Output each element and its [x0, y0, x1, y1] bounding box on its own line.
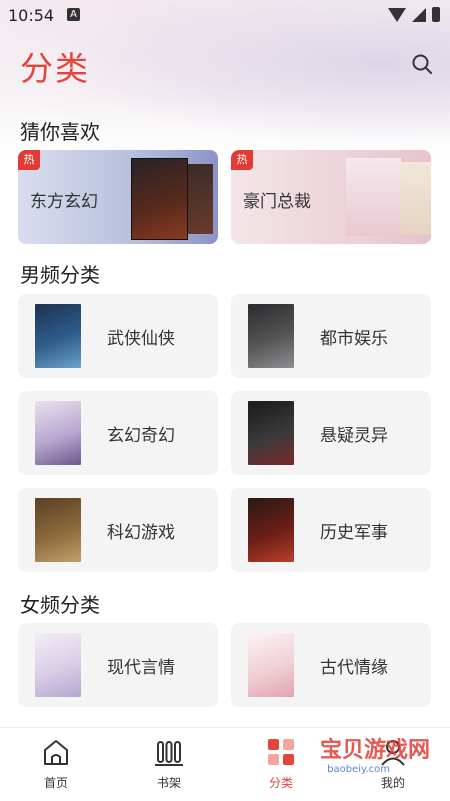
status-icons [388, 7, 440, 22]
section-title-guess: 猜你喜欢 [20, 120, 100, 144]
book-cover [35, 498, 81, 562]
section-title-male: 男频分类 [20, 263, 100, 287]
book-cover [35, 304, 81, 368]
category-label: 玄幻奇幻 [107, 426, 175, 446]
watermark-logo: 宝贝游戏网 [319, 738, 430, 763]
category-label: 悬疑灵异 [320, 426, 388, 446]
home-icon [44, 740, 68, 765]
book-cover [248, 304, 294, 368]
guess-card-label: 豪门总裁 [243, 192, 311, 212]
category-label: 历史军事 [320, 523, 388, 543]
status-time: 10:54 [8, 6, 55, 25]
category-card[interactable]: 古代情缘 [231, 623, 431, 707]
category-card[interactable]: 悬疑灵异 [231, 391, 431, 475]
page-title: 分类 [20, 49, 90, 88]
status-bar: 10:54 A [0, 0, 450, 30]
battery-icon [432, 7, 440, 22]
nav-label: 我的 [380, 776, 405, 790]
book-cover [346, 158, 401, 236]
hot-badge: 热 [18, 150, 40, 170]
category-label: 都市娱乐 [320, 329, 388, 349]
category-card[interactable]: 武侠仙侠 [18, 294, 218, 378]
section-title-female: 女频分类 [20, 593, 100, 617]
notification-a-icon: A [67, 8, 80, 21]
category-label: 古代情缘 [320, 658, 388, 678]
hot-badge: 热 [231, 150, 253, 170]
category-label: 武侠仙侠 [107, 329, 175, 349]
nav-label: 分类 [268, 776, 293, 790]
nav-category[interactable]: 分类 [236, 728, 326, 801]
search-icon[interactable] [412, 54, 432, 74]
category-card[interactable]: 玄幻奇幻 [18, 391, 218, 475]
category-card[interactable]: 都市娱乐 [231, 294, 431, 378]
signal-icon [412, 7, 426, 22]
book-cover [248, 401, 294, 465]
book-cover [35, 633, 81, 697]
category-label: 科幻游戏 [107, 523, 175, 543]
book-cover [35, 401, 81, 465]
category-label: 现代言情 [107, 658, 175, 678]
watermark-url: baobeiy.com [327, 764, 390, 775]
book-cover [396, 162, 431, 234]
guess-card-label: 东方玄幻 [30, 192, 98, 212]
nav-label: 首页 [43, 776, 68, 790]
category-card[interactable]: 历史军事 [231, 488, 431, 572]
guess-card-eastern-fantasy[interactable]: 热 东方玄幻 [18, 150, 218, 244]
nav-bookshelf[interactable]: 书架 [124, 728, 214, 801]
bookshelf-icon [155, 741, 183, 766]
category-card[interactable]: 科幻游戏 [18, 488, 218, 572]
book-cover [248, 633, 294, 697]
guess-card-ceo-romance[interactable]: 热 豪门总裁 [231, 150, 431, 244]
book-cover [248, 498, 294, 562]
wifi-icon [388, 7, 406, 22]
category-card[interactable]: 现代言情 [18, 623, 218, 707]
category-icon [268, 739, 294, 765]
nav-label: 书架 [156, 776, 181, 790]
book-cover [131, 158, 188, 240]
nav-home[interactable]: 首页 [11, 728, 101, 801]
